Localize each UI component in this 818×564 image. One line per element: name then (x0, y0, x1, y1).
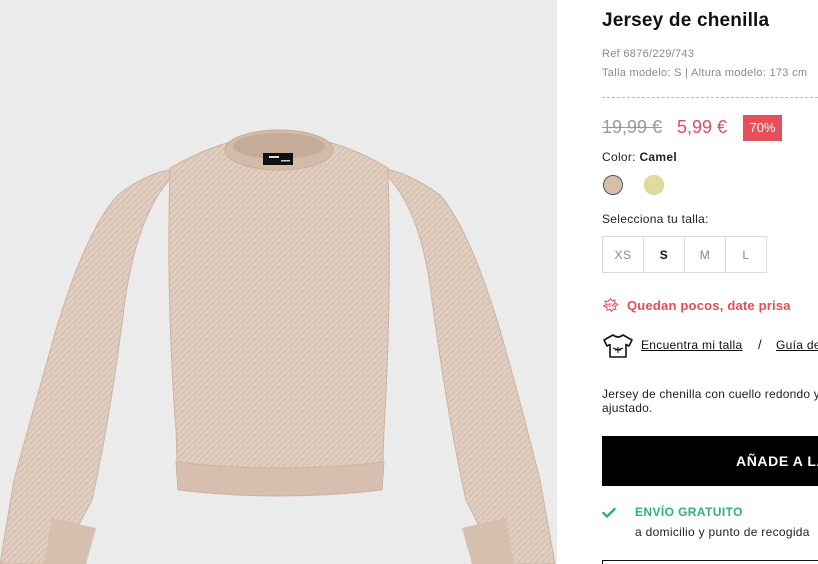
size-selector: XS S M L (602, 236, 767, 273)
model-info: Talla modelo: S | Altura modelo: 173 cm (602, 67, 808, 79)
color-label: Color: Camel (602, 150, 677, 164)
color-swatch-camel[interactable] (603, 175, 623, 195)
link-separator: / (758, 337, 762, 352)
free-shipping-title: ENVÍO GRATUITO (635, 505, 743, 519)
add-to-cart-button[interactable]: AÑADE A LA CESTA (602, 436, 818, 486)
color-name: Camel (639, 150, 677, 164)
original-price: 19,99 € (602, 117, 663, 137)
check-icon (602, 507, 616, 518)
discount-badge: 70% (743, 115, 782, 141)
find-my-size-link[interactable]: Encuentra mi talla (641, 338, 742, 352)
product-description: Jersey de chenilla con cuello redondo y … (602, 387, 818, 415)
size-option-m[interactable]: M (684, 236, 726, 273)
tshirt-icon (603, 334, 633, 358)
color-label-prefix: Color: (602, 150, 640, 164)
secondary-button[interactable] (602, 560, 818, 564)
size-option-xs[interactable]: XS (602, 236, 644, 273)
size-option-l[interactable]: L (725, 236, 767, 273)
product-reference: Ref 6876/229/743 (602, 48, 695, 60)
size-label: Selecciona tu talla: (602, 212, 709, 226)
divider (602, 97, 818, 98)
sweater-illustration (0, 129, 556, 564)
sale-price: 5,99 € (677, 117, 728, 137)
new-badge-text: NEW (606, 303, 616, 308)
shipping-details: a domicilio y punto de recogida (635, 525, 810, 539)
low-stock-message: Quedan pocos, date prisa (627, 298, 791, 313)
new-badge-icon: NEW (602, 298, 619, 312)
size-option-s[interactable]: S (643, 236, 685, 273)
color-swatch-yellow[interactable] (644, 175, 664, 195)
size-guide-link[interactable]: Guía de tallas (776, 338, 818, 352)
product-image[interactable] (0, 0, 557, 564)
product-info-panel: Jersey de chenilla Ref 6876/229/743 Tall… (602, 0, 818, 564)
product-title: Jersey de chenilla (602, 10, 770, 31)
